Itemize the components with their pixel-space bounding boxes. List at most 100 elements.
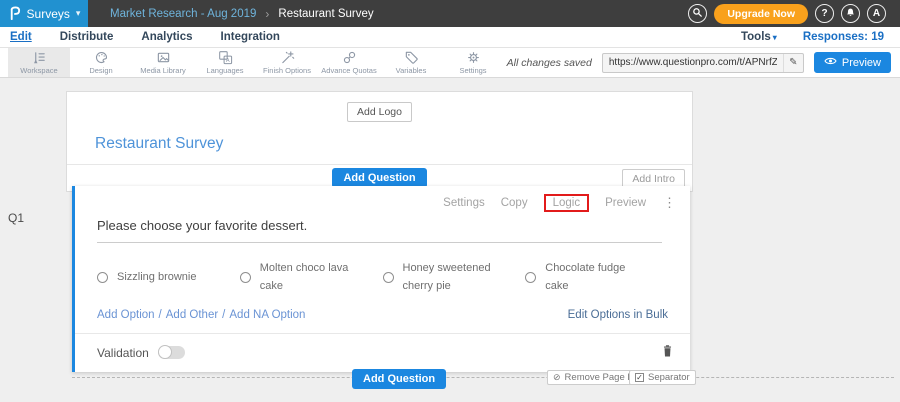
toolbar-tab-workspace[interactable]: Workspace [8,48,70,77]
help-button[interactable]: ? [815,4,834,23]
add-other-link[interactable]: Add Other [166,309,218,321]
autosave-status: All changes saved [507,57,592,69]
toolbar-tab-media-library[interactable]: Media Library [132,48,194,77]
toggle-knob [158,345,172,359]
tools-dropdown[interactable]: Tools▾ [741,31,777,43]
preview-button-label: Preview [842,57,881,69]
validation-label: Validation [97,346,149,360]
option-links-row: Add Option/Add Other/Add NA Option Edit … [97,309,668,321]
survey-header-card: Add Logo Restaurant Survey Add Question … [66,91,693,192]
toolbar-tab-label: Workspace [20,66,57,75]
question-text[interactable]: Please choose your favorite dessert. [97,218,662,243]
translate-icon: A [218,50,233,65]
validation-toggle[interactable] [158,346,185,359]
palette-icon [94,50,109,65]
question-number-label: Q1 [8,211,24,225]
separator-label: Separator [648,372,690,383]
responses-count-link[interactable]: Responses: 19 [803,31,884,43]
answer-option-label[interactable]: Honey sweetened cherry pie [403,260,495,295]
question-preview-link[interactable]: Preview [605,197,646,209]
toolbar-right-group: All changes saved ✎ Preview [507,48,900,77]
survey-title[interactable]: Restaurant Survey [95,135,692,153]
radio-button-icon[interactable] [240,272,251,283]
workspace-list-icon [32,50,47,65]
gear-icon [466,50,481,65]
answer-option-label[interactable]: Molten choco lava cake [260,260,352,295]
nav-right-links: Tools▾ Responses: 19 [741,31,884,43]
checkbox-checked-icon[interactable]: ✓ [635,373,644,382]
edit-options-in-bulk-link[interactable]: Edit Options in Bulk [568,309,668,321]
question-card: Settings Copy Logic Preview ⋮ Please cho… [72,186,690,372]
surveys-product-menu[interactable]: Surveys ▾ [0,0,88,27]
upgrade-now-button[interactable]: Upgrade Now [714,4,808,24]
radio-button-icon[interactable] [383,272,394,283]
toolbar-tab-languages[interactable]: A Languages [194,48,256,77]
toolbar-tab-label: Media Library [140,66,185,75]
add-option-links: Add Option/Add Other/Add NA Option [97,309,305,321]
avatar[interactable]: A [867,4,886,23]
add-option-link[interactable]: Add Option [97,309,155,321]
add-na-option-link[interactable]: Add NA Option [229,309,305,321]
slash-separator: / [222,309,225,321]
search-icon [692,7,703,21]
image-icon [156,50,171,65]
toolbar-tab-label: Settings [459,66,486,75]
breadcrumb-folder-link[interactable]: Market Research - Aug 2019 [110,8,256,20]
chevron-down-icon: ▾ [76,8,81,19]
toolbar-tab-settings[interactable]: Settings [442,48,504,77]
radio-button-icon[interactable] [97,272,108,283]
nav-tab-analytics[interactable]: Analytics [141,31,192,43]
questionpro-logo-icon [8,6,21,21]
toolbar-tab-label: Languages [206,66,243,75]
question-settings-link[interactable]: Settings [443,197,485,209]
editor-toolbar: Workspace Design Media Library [0,48,900,78]
answer-option[interactable]: Honey sweetened cherry pie [383,260,526,295]
nav-tab-distribute[interactable]: Distribute [60,31,114,43]
nav-tab-integration[interactable]: Integration [221,31,280,43]
eye-icon [824,56,837,69]
survey-url-input[interactable] [603,57,783,68]
breadcrumb: Market Research - Aug 2019 › Restaurant … [110,7,374,21]
chevron-down-icon: ▾ [773,33,777,42]
validation-row: Validation [75,333,690,372]
notifications-button[interactable] [841,4,860,23]
answer-option-label[interactable]: Chocolate fudge cake [545,260,637,295]
answer-option-label[interactable]: Sizzling brownie [117,269,196,287]
magic-wand-icon [280,50,295,65]
question-logic-link-highlighted[interactable]: Logic [544,194,590,212]
question-menu: Settings Copy Logic Preview ⋮ [75,186,690,211]
radio-button-icon[interactable] [525,272,536,283]
toolbar-tab-label: Design [89,66,112,75]
nav-tab-edit[interactable]: Edit [10,31,32,43]
toolbar-tab-advance-quotas[interactable]: Advance Quotas [318,48,380,77]
bell-icon [845,7,856,21]
answer-option[interactable]: Sizzling brownie [97,260,240,295]
delete-question-button[interactable] [661,344,674,361]
breadcrumb-current-survey: Restaurant Survey [278,8,373,20]
toolbar-tab-finish-options[interactable]: Finish Options [256,48,318,77]
answer-option[interactable]: Chocolate fudge cake [525,260,668,295]
question-copy-link[interactable]: Copy [501,197,528,209]
edit-url-button[interactable]: ✎ [783,54,803,72]
tag-icon [404,50,419,65]
chain-links-icon [342,50,357,65]
add-question-button-top[interactable]: Add Question [332,168,426,188]
toolbar-tab-variables[interactable]: Variables [380,48,442,77]
breadcrumb-separator-icon: › [265,7,269,21]
top-header-bar: Surveys ▾ Market Research - Aug 2019 › R… [0,0,900,27]
kebab-menu-icon[interactable]: ⋮ [663,195,676,211]
header-actions: Upgrade Now ? A [688,4,900,24]
answer-option[interactable]: Molten choco lava cake [240,260,383,295]
toolbar-tab-design[interactable]: Design [70,48,132,77]
separator-toggle-button[interactable]: ✓ Separator [629,370,696,385]
preview-button[interactable]: Preview [814,52,891,73]
search-button[interactable] [688,4,707,23]
toolbar-tab-label: Finish Options [263,66,311,75]
add-question-button-bottom[interactable]: Add Question [352,369,446,389]
add-logo-button[interactable]: Add Logo [347,102,412,122]
trash-icon [661,346,674,361]
svg-text:A: A [225,58,229,64]
survey-url-field-group: ✎ [602,53,804,73]
remove-page-break-icon: ⊘ [553,372,561,383]
page-break-dashed-line [72,377,894,378]
